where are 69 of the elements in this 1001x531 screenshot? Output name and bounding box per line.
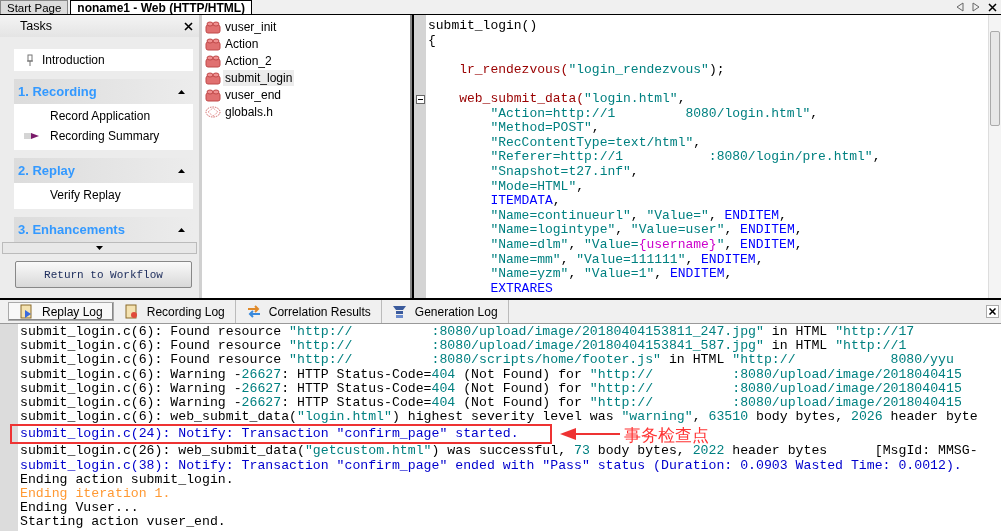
code-line: "RecContentType=text/html",	[489, 135, 702, 151]
block-icon	[205, 87, 221, 102]
log-line: submit_login.c(6): Found resource "http:// :8080/upload/image/20180404153841_587.jpg" in HTML "http://1	[19, 339, 907, 354]
log-tab[interactable]: Correlation Results	[235, 300, 382, 323]
scroll-right-icon	[972, 2, 980, 12]
log-line: submit_login.c(24): Notify: Transaction "confirm_page" started.	[19, 427, 519, 442]
log-line: Starting action vuser_end.	[19, 515, 226, 530]
task-link[interactable]: Recording Summary	[50, 129, 160, 143]
annotation-label: 事务检查点	[624, 425, 709, 446]
funnel-icon	[391, 304, 407, 319]
block-icon	[205, 53, 221, 68]
close-button[interactable]	[986, 305, 999, 318]
panel-title: Tasks	[20, 19, 52, 33]
log-tab[interactable]: Replay Log	[8, 302, 114, 321]
code-line: "Name=mm", "Value=111111", ENDITEM,	[489, 252, 764, 268]
scroll-left-icon	[956, 2, 964, 12]
log-line: Ending action submit_login.	[19, 472, 234, 487]
record-document-icon	[123, 304, 139, 319]
task-link[interactable]: Verify Replay	[50, 188, 121, 202]
code-line: "Method=POST",	[489, 121, 600, 136]
code-line: "Mode=HTML",	[489, 179, 585, 195]
pin-icon	[26, 53, 34, 67]
block-icon	[205, 36, 221, 51]
scroll-down-button[interactable]	[2, 242, 197, 254]
log-line: submit_login.c(6): web_submit_data("login.html") highest severity level was "warning", 63510 body bytes, 2026 header byte	[19, 410, 978, 425]
file-item[interactable]: Action	[223, 35, 261, 52]
file-item[interactable]: vuser_end	[223, 86, 284, 103]
log-line: submit_login.c(6): Warning -26627: HTTP Status-Code=404 (Not Found) for "http:// :8080/upload/image/2018040415	[19, 395, 962, 411]
code-line: lr_rendezvous("login_rendezvous");	[458, 62, 725, 78]
task-link[interactable]: Record Application	[50, 109, 151, 123]
document-tab[interactable]: Start Page	[0, 0, 69, 14]
code-line: {	[427, 33, 436, 49]
log-line: Ending Vuser...	[19, 501, 139, 516]
log-tab[interactable]: Recording Log	[113, 300, 236, 323]
code-line: "Action=http://1 8080/login.html",	[489, 106, 819, 122]
block-icon	[205, 70, 221, 85]
file-item[interactable]: globals.h	[223, 103, 276, 120]
log-line: submit_login.c(38): Notify: Transaction "confirm_page" ended with "Pass" status (Duration: 0.0903 Wasted Time: 0.0012).	[19, 458, 962, 473]
annotation-arrow	[560, 427, 620, 442]
log-line: submit_login.c(6): Found resource "http:// :8080/upload/image/20180404153811_247.jpg" in HTML "http://17	[19, 325, 915, 340]
code-line: "Name=continueurl", "Value=", ENDITEM,	[489, 208, 787, 224]
file-item[interactable]: submit_login	[223, 69, 295, 86]
caret-icon	[96, 246, 103, 250]
swap-arrows-icon	[245, 304, 261, 319]
code-line: "Name=logintype", "Value=user", ENDITEM,	[489, 223, 803, 238]
close-icon	[989, 308, 996, 315]
code-line: EXTRARES	[489, 281, 553, 297]
log-line: submit_login.c(6): Found resource "http:// :8080/scripts/home/footer.js" in HTML "http:// 8080/yyu	[19, 353, 954, 368]
play-document-icon	[19, 304, 34, 319]
block-icon	[205, 19, 221, 34]
file-item[interactable]: vuser_init	[223, 18, 279, 35]
vertical-scrollbar[interactable]	[988, 15, 1001, 298]
log-line: submit_login.c(26): web_submit_data("getcustom.html") was successful, 73 body bytes, 2022 header bytes [MsgId: MMSG-	[19, 444, 978, 459]
code-line: "Name=yzm", "Value=1", ENDITEM,	[489, 267, 733, 282]
code-line: web_submit_data("login.html",	[458, 91, 686, 107]
file-item[interactable]: Action_2	[223, 52, 274, 69]
log-line: Ending iteration 1.	[19, 486, 171, 502]
header-file-icon	[205, 104, 221, 119]
log-line: submit_login.c(6): Warning -26627: HTTP Status-Code=404 (Not Found) for "http:// :8080/upload/image/2018040415	[19, 381, 962, 396]
code-line: submit_login()	[427, 19, 538, 34]
log-tab[interactable]: Generation Log	[381, 300, 509, 323]
log-line: submit_login.c(6): Warning -26627: HTTP Status-Code=404 (Not Found) for "http:// :8080/upload/image/2018040415	[19, 367, 962, 382]
document-tab[interactable]: noname1 - Web (HTTP/HTML)	[70, 0, 253, 14]
code-line: "Snapshot=t27.inf",	[489, 164, 639, 180]
code-line: ITEMDATA,	[489, 194, 561, 209]
code-line: "Referer=http://1 :8080/login/pre.html",	[489, 150, 881, 165]
code-line: "Name=dlm", "Value={username}", ENDITEM,	[489, 237, 803, 253]
close-icon	[184, 21, 193, 31]
return-to-workflow-button[interactable]: Return to Workflow	[15, 261, 192, 288]
